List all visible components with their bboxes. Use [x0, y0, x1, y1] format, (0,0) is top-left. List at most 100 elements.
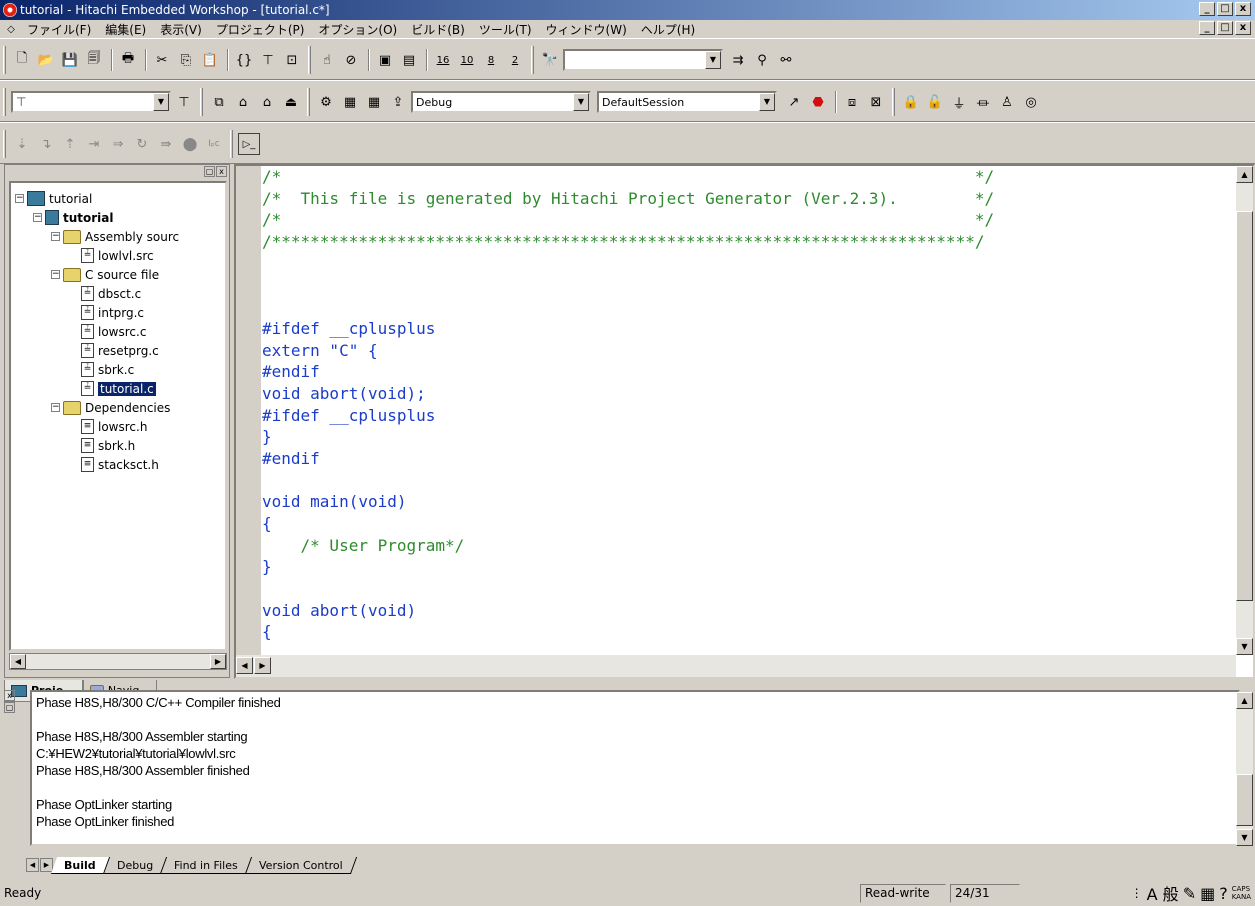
octal-8-icon[interactable]: 8 [480, 49, 502, 71]
tree-folder[interactable]: − Dependencies [11, 398, 225, 417]
document-icon[interactable]: ◇ [4, 18, 18, 40]
upload-icon[interactable]: ⇪ [387, 91, 409, 113]
scroll-thumb[interactable] [1236, 211, 1253, 601]
scroll-up-icon[interactable]: ▲ [1236, 692, 1253, 709]
tree-node-root[interactable]: − tutorial [11, 189, 225, 208]
calendar-icon[interactable]: ▦ [339, 91, 361, 113]
editor-gutter[interactable] [236, 166, 261, 655]
clear-icon[interactable]: ⊘ [340, 49, 362, 71]
scroll-right-icon[interactable]: ▶ [254, 657, 271, 674]
code-line[interactable]: } [262, 556, 1234, 578]
template-insert-icon[interactable]: ⊤ [173, 91, 195, 113]
menu-view[interactable]: 表示(V) [153, 21, 209, 38]
menu-edit[interactable]: 編集(E) [98, 21, 153, 38]
template-icon[interactable]: ⊤ [257, 49, 279, 71]
toolbar-grip[interactable] [3, 88, 6, 116]
code-line[interactable]: extern "C" { [262, 340, 1234, 362]
tree-folder[interactable]: − Assembly sourc [11, 227, 225, 246]
tree-file[interactable]: ≟ sbrk.c [11, 360, 225, 379]
ime-pad-icon[interactable]: ▦ [1200, 884, 1215, 903]
scroll-up-icon[interactable]: ▲ [1236, 166, 1253, 183]
save-icon[interactable]: 💾 [59, 49, 81, 71]
output-dock-icon[interactable]: ▢ [4, 702, 15, 713]
run-to-cursor-icon[interactable]: ⇥ [83, 133, 105, 155]
code-line[interactable]: { [262, 621, 1234, 643]
toolbar-grip[interactable] [3, 46, 6, 74]
code-line[interactable]: { [262, 513, 1234, 535]
code-line[interactable]: /***************************************… [262, 231, 1234, 253]
tree-folder[interactable]: − C source file [11, 265, 225, 284]
tab-version-control[interactable]: Version Control [245, 856, 357, 874]
find-next-icon[interactable]: ⇉ [727, 49, 749, 71]
chevron-down-icon[interactable]: ▼ [153, 93, 169, 111]
window-icon[interactable]: ⧈ [841, 91, 863, 113]
output-vscroll[interactable]: ▲ ▼ [1236, 692, 1253, 846]
code-line[interactable]: /* This file is generated by Hitachi Pro… [262, 188, 1234, 210]
code-line[interactable]: /* User Program*/ [262, 535, 1234, 557]
braces-icon[interactable]: {} [233, 49, 255, 71]
ime-dictionary-icon[interactable]: ✎ [1183, 884, 1196, 903]
person-icon[interactable]: ♙ [996, 91, 1018, 113]
collapse-icon[interactable]: − [51, 232, 60, 241]
tree-file[interactable]: ≡ stacksct.h [11, 455, 225, 474]
image-icon[interactable]: ⊠ [865, 91, 887, 113]
chevron-down-icon[interactable]: ▼ [705, 51, 721, 69]
decimal-10-icon[interactable]: 10 [456, 49, 478, 71]
minimize-button[interactable]: _ [1199, 2, 1215, 16]
lock-icon[interactable]: 🔒 [900, 91, 922, 113]
scroll-left-icon[interactable]: ◀ [236, 657, 253, 674]
bookmark-icon[interactable]: ⊡ [281, 49, 303, 71]
scroll-right-icon[interactable]: ▶ [210, 654, 226, 669]
tree-file[interactable]: ≟ dbsct.c [11, 284, 225, 303]
print-icon[interactable]: 🖶 [117, 49, 139, 71]
tree-file[interactable]: ≟ lowsrc.c [11, 322, 225, 341]
code-line[interactable] [262, 470, 1234, 492]
connect-icon[interactable]: ↗ [783, 91, 805, 113]
collapse-icon[interactable]: − [51, 403, 60, 412]
build-icon[interactable]: ⌂ [232, 91, 254, 113]
scroll-down-icon[interactable]: ▼ [1236, 829, 1253, 846]
open-folder-icon[interactable]: 📂 [35, 49, 57, 71]
hand-icon[interactable]: ☝ [316, 49, 338, 71]
code-line[interactable]: #endif [262, 361, 1234, 383]
tree-file[interactable]: ≡ sbrk.h [11, 436, 225, 455]
tree-file[interactable]: ≟ resetprg.c [11, 341, 225, 360]
unlock-icon[interactable]: 🔓 [924, 91, 946, 113]
code-line[interactable]: void abort(void); [262, 383, 1234, 405]
menu-build[interactable]: ビルド(B) [404, 21, 472, 38]
output-text[interactable]: Phase H8S,H8/300 C/C++ Compiler finished… [30, 690, 1240, 846]
menu-options[interactable]: オプション(O) [311, 21, 404, 38]
tab-find-in-files[interactable]: Find in Files [160, 856, 252, 874]
build-all-icon[interactable]: ⌂ [256, 91, 278, 113]
collapse-icon[interactable]: − [33, 213, 42, 222]
print-preview-icon[interactable]: ▤ [398, 49, 420, 71]
plug-icon[interactable]: ⏚ [948, 91, 970, 113]
code-line[interactable]: void main(void) [262, 491, 1234, 513]
tree-file[interactable]: ≟ intprg.c [11, 303, 225, 322]
menu-tools[interactable]: ツール(T) [472, 21, 539, 38]
paste-icon[interactable]: 📋 [199, 49, 221, 71]
scroll-down-icon[interactable]: ▼ [1236, 638, 1253, 655]
template-combo[interactable]: ⊤ ▼ [11, 91, 171, 113]
tab-debug[interactable]: Debug [103, 856, 167, 874]
session-config-combo[interactable]: Debug ▼ [411, 91, 591, 113]
tab-scroll-left-icon[interactable]: ◀ [26, 858, 39, 872]
close-button[interactable]: x [1235, 2, 1251, 16]
command-line-icon[interactable]: ▷_ [238, 133, 260, 155]
hex-16-icon[interactable]: 16 [432, 49, 454, 71]
code-line[interactable] [262, 274, 1234, 296]
menu-project[interactable]: プロジェクト(P) [209, 21, 312, 38]
code-line[interactable]: #ifdef __cplusplus [262, 318, 1234, 340]
schedule-icon[interactable]: ▦ [363, 91, 385, 113]
code-editor[interactable]: /* *//* This file is generated by Hitach… [234, 164, 1255, 679]
replace-icon[interactable]: ⚯ [775, 49, 797, 71]
mdi-minimize-button[interactable]: _ [1199, 21, 1215, 35]
copy-icon[interactable]: ⎘ [175, 49, 197, 71]
code-line[interactable]: #endif [262, 448, 1234, 470]
ime-mode[interactable]: A 般 [1147, 881, 1179, 905]
find-in-files-icon[interactable]: ⚲ [751, 49, 773, 71]
tree-node-project[interactable]: − tutorial [11, 208, 225, 227]
code-line[interactable]: /* */ [262, 209, 1234, 231]
pc-icon[interactable]: Iₚc [203, 133, 225, 155]
stop-icon[interactable]: ⬤ [179, 133, 201, 155]
